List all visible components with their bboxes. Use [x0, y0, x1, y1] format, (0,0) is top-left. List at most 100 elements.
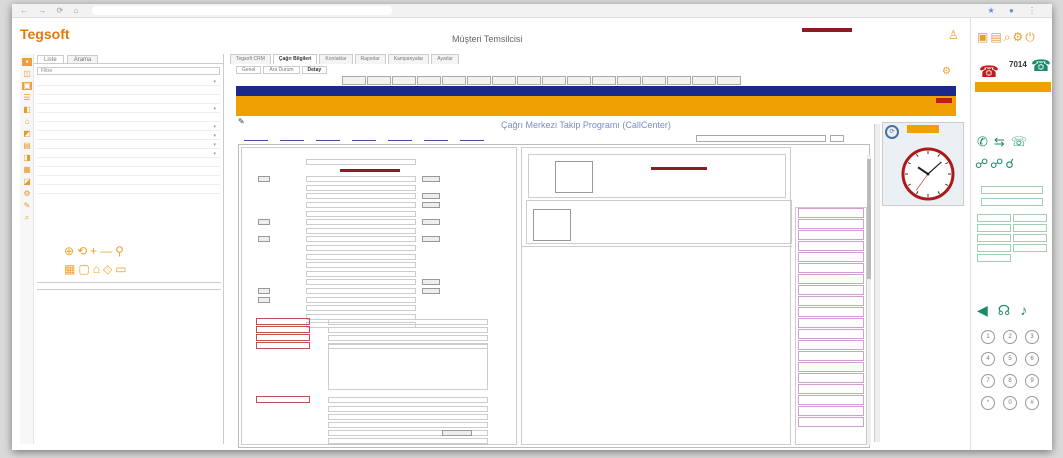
form-field-button[interactable] [422, 176, 440, 183]
form-field-input[interactable] [328, 422, 488, 428]
form-field-input[interactable] [306, 305, 416, 312]
record-link[interactable] [798, 307, 864, 317]
toolbar-button[interactable] [492, 76, 516, 85]
browser-menu-icons[interactable]: ★ ● ⋮ [988, 6, 1042, 15]
form-link[interactable] [316, 136, 340, 141]
form-field-input[interactable] [306, 253, 416, 260]
form-field-input[interactable] [306, 245, 416, 251]
call-icon[interactable]: ✆ [977, 134, 994, 149]
main-tab[interactable]: Raporlar [354, 54, 386, 64]
dial-key[interactable]: 7 [981, 374, 995, 388]
record-link[interactable] [798, 230, 864, 240]
record-link[interactable] [798, 241, 864, 251]
menu-icon-3[interactable]: ☰ [22, 94, 32, 102]
left-list-item[interactable] [37, 114, 220, 122]
form-field-input[interactable] [306, 236, 416, 243]
browser-nav-icons[interactable]: ← → ⟳ ⌂ [20, 6, 82, 15]
left-list-item[interactable] [37, 177, 220, 185]
phone-function-button[interactable] [1013, 224, 1047, 232]
record-link[interactable] [798, 219, 864, 229]
menu-icon-2[interactable]: ▣ [22, 82, 32, 90]
chevron-down-icon[interactable]: ▾ [213, 141, 216, 149]
toolbar-button[interactable] [517, 76, 541, 85]
menu-icon-13[interactable]: ⌕ [22, 214, 32, 222]
form-field-input[interactable] [306, 227, 416, 234]
dial-key[interactable]: 9 [1025, 374, 1039, 388]
form-field-input[interactable] [328, 397, 488, 403]
phone-function-button[interactable] [1013, 234, 1047, 242]
main-tab[interactable]: Ayarlar [431, 54, 459, 64]
dial-key[interactable]: 0 [1003, 396, 1017, 410]
record-link[interactable] [798, 417, 864, 427]
minus-icon[interactable]: — [100, 244, 115, 258]
menu-icon-11[interactable]: ⚙ [22, 190, 32, 198]
toolbar-button[interactable] [717, 76, 741, 85]
refresh-icon[interactable]: ⟲ [77, 244, 90, 258]
toolbar-button[interactable] [642, 76, 666, 85]
record-link[interactable] [798, 373, 864, 383]
toolbar-button[interactable] [467, 76, 491, 85]
form-scroll-thumb[interactable] [867, 159, 871, 279]
toolbar-button[interactable] [542, 76, 566, 85]
form-field-button[interactable] [422, 279, 440, 286]
address-bar[interactable] [92, 6, 393, 15]
form-field-input[interactable] [306, 176, 416, 183]
red-action-label[interactable] [256, 334, 310, 341]
menu-icon-7[interactable]: ▤ [22, 142, 32, 150]
form-field-input[interactable] [306, 202, 416, 208]
result-button[interactable] [830, 135, 844, 142]
phone-icon[interactable]: ☎ [1031, 56, 1051, 76]
red-action-label[interactable] [256, 326, 310, 333]
window-icon[interactable]: ▢ [78, 262, 92, 276]
chevron-down-icon[interactable]: ▾ [213, 132, 216, 140]
menu-icon-5[interactable]: ⌂ [22, 118, 32, 126]
phone-function-button[interactable] [977, 234, 1011, 242]
conference-icon[interactable]: ☍ [975, 156, 990, 171]
plus-icon[interactable]: + [90, 244, 100, 258]
hold-icon[interactable]: ☍ [990, 156, 1005, 171]
left-list-item[interactable]: ▾ [37, 132, 220, 140]
form-field-input[interactable] [306, 159, 416, 165]
form-field-button[interactable] [422, 288, 440, 294]
form-link[interactable] [388, 136, 412, 141]
clock-toggle-icon[interactable]: ⟳ [885, 125, 899, 139]
volume-icon[interactable]: ◀ [977, 302, 998, 318]
transfer-icon[interactable]: ⇆ [994, 134, 1011, 149]
form-link[interactable] [280, 136, 304, 141]
form-field-input[interactable] [306, 270, 416, 277]
dial-key[interactable]: * [981, 396, 995, 410]
sub-tab[interactable]: Ara Durum [263, 66, 300, 74]
toolbar-button[interactable] [592, 76, 616, 85]
form-field-button[interactable] [422, 219, 440, 226]
phone-function-button[interactable] [977, 244, 1011, 252]
agent-status-icon[interactable]: ☎ [979, 62, 999, 82]
phone-function-button[interactable] [977, 214, 1011, 222]
record-link[interactable] [798, 274, 864, 284]
form-field-input[interactable] [306, 279, 416, 286]
main-scrollbar[interactable] [874, 124, 880, 442]
menu-icon-4[interactable]: ◧ [22, 106, 32, 114]
menu-icon-8[interactable]: ◨ [22, 154, 32, 162]
main-tab[interactable]: Tegsoft CRM [230, 54, 271, 64]
menu-icon-12[interactable]: ✎ [22, 202, 32, 210]
form-field-input[interactable] [306, 193, 416, 200]
phone-function-button[interactable] [977, 224, 1011, 232]
toolbar-button[interactable] [342, 76, 366, 85]
left-list-item[interactable] [37, 96, 220, 104]
left-list-item[interactable] [37, 168, 220, 176]
record-link[interactable] [798, 263, 864, 273]
settings-icon[interactable]: ⚙ [1012, 30, 1025, 44]
left-list-item[interactable]: ▾ [37, 150, 220, 158]
phone-function-button[interactable] [1013, 214, 1047, 222]
dial-key[interactable]: # [1025, 396, 1039, 410]
shape-icon[interactable]: ◇ [103, 262, 115, 276]
form-link[interactable] [244, 136, 268, 141]
form-field-input[interactable] [328, 406, 488, 412]
toolbar-button[interactable] [417, 76, 441, 85]
form-field-input[interactable] [306, 184, 416, 191]
toolbar-button[interactable] [667, 76, 691, 85]
form-field-side-button[interactable] [258, 219, 270, 226]
left-list-item[interactable] [37, 159, 220, 167]
left-list-item[interactable] [37, 186, 220, 194]
main-tab[interactable]: Kontaklar [319, 54, 353, 64]
